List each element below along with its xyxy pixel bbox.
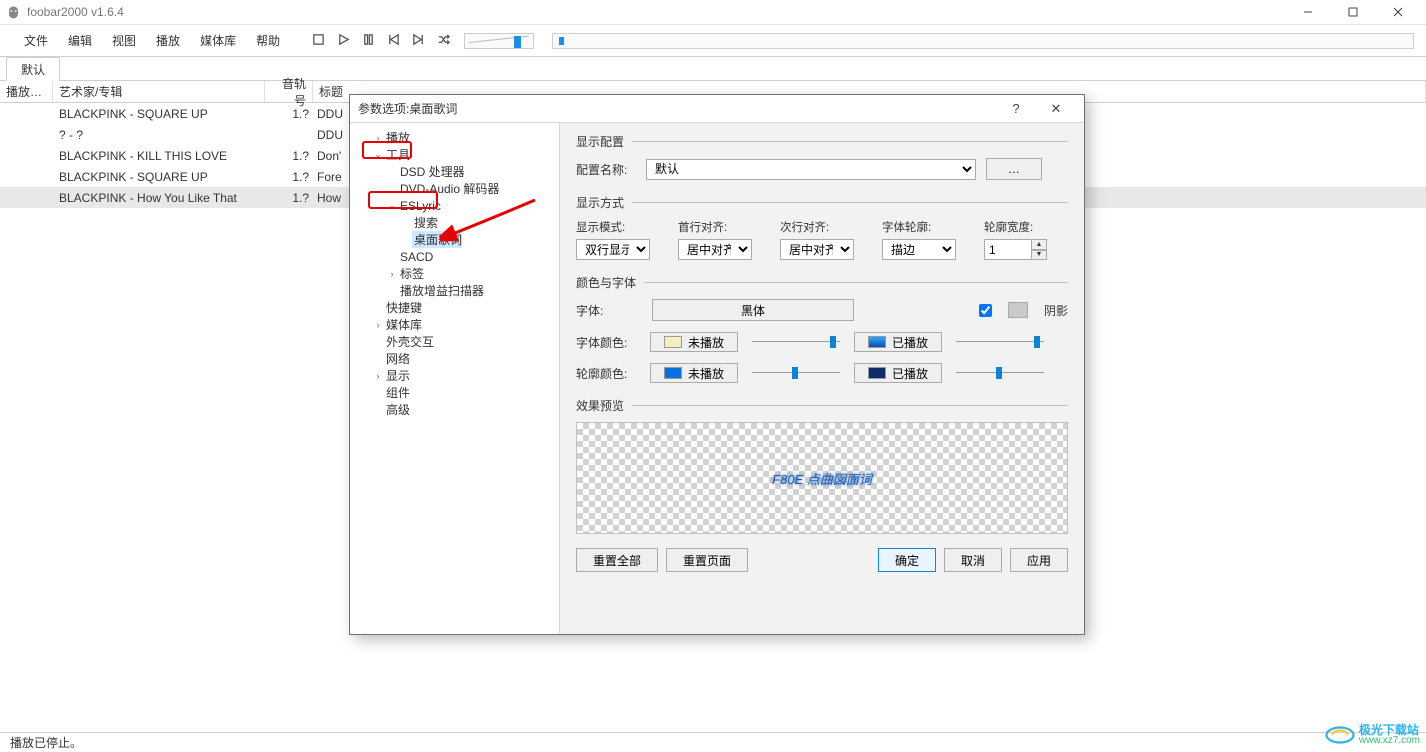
next-align-select[interactable]: 居中对齐 <box>780 239 854 260</box>
menu-file[interactable]: 文件 <box>14 28 58 53</box>
col-artist[interactable]: 艺术家/专辑 <box>53 81 265 102</box>
watermark-line2: www.xz7.com <box>1359 736 1420 746</box>
window-controls <box>1285 0 1420 24</box>
tree-dsd[interactable]: DSD 处理器 <box>350 163 559 180</box>
label-outline-color: 轮廓颜色: <box>576 365 636 382</box>
tree-shell[interactable]: 外壳交互 <box>350 333 559 350</box>
section-preview: 效果预览 <box>576 397 624 414</box>
tree-hotkeys[interactable]: 快捷键 <box>350 299 559 316</box>
preview-text: F80E 点曲図面词 <box>772 469 872 488</box>
apply-button[interactable]: 应用 <box>1010 548 1068 572</box>
tree-tag[interactable]: ›标签 <box>350 265 559 282</box>
preferences-panel: 显示配置 配置名称: 默认 … 显示方式 显示模式: 双行显示 首行对齐: 居中对齐… <box>560 123 1084 634</box>
status-text: 播放已停止。 <box>10 734 82 751</box>
shadow-checkbox[interactable] <box>979 304 992 317</box>
statusbar: 播放已停止。 <box>0 732 1426 752</box>
first-align-select[interactable]: 居中对齐 <box>678 239 752 260</box>
close-button[interactable] <box>1375 0 1420 24</box>
tree-desktop-lyrics[interactable]: 桌面歌词 <box>350 231 559 248</box>
watermark: 极光下载站www.xz7.com <box>1325 724 1420 746</box>
preferences-tree: ›播放 ⌄工具 DSD 处理器 DVD-Audio 解码器 ⌄ESLyric 搜… <box>350 123 560 634</box>
tree-dvd[interactable]: DVD-Audio 解码器 <box>350 180 559 197</box>
tab-default[interactable]: 默认 <box>6 57 60 81</box>
preview-area: F80E 点曲図面词 <box>576 422 1068 534</box>
seek-bar[interactable] <box>552 33 1414 49</box>
tree-gain[interactable]: 播放增益扫描器 <box>350 282 559 299</box>
prev-icon[interactable] <box>387 33 400 49</box>
dialog-titlebar: 参数选项:桌面歌词 ? ✕ <box>350 95 1084 123</box>
section-display-mode: 显示方式 <box>576 194 624 211</box>
app-icon <box>6 5 21 20</box>
section-display-config: 显示配置 <box>576 133 624 150</box>
tree-media[interactable]: ›媒体库 <box>350 316 559 333</box>
label-first-align: 首行对齐: <box>678 219 752 235</box>
volume-slider[interactable] <box>464 33 534 49</box>
stop-icon[interactable] <box>312 33 325 49</box>
menu-view[interactable]: 视图 <box>102 28 146 53</box>
dialog-title: 参数选项:桌面歌词 <box>358 100 457 117</box>
pause-icon[interactable] <box>362 33 375 49</box>
label-display-mode: 显示模式: <box>576 219 650 235</box>
next-icon[interactable] <box>412 33 425 49</box>
display-mode-select[interactable]: 双行显示 <box>576 239 650 260</box>
fontcolor-played-slider[interactable] <box>956 334 1044 350</box>
tabs-row: 默认 <box>0 57 1426 81</box>
spin-down-icon[interactable]: ▼ <box>1032 250 1047 261</box>
font-button[interactable]: 黑体 <box>652 299 854 321</box>
random-icon[interactable] <box>437 33 450 49</box>
help-icon[interactable]: ? <box>996 101 1036 116</box>
outline-select[interactable]: 描边 <box>882 239 956 260</box>
play-icon[interactable] <box>337 33 350 49</box>
tree-tools[interactable]: ⌄工具 <box>350 146 559 163</box>
play-controls <box>312 33 450 49</box>
dialog-close-icon[interactable]: ✕ <box>1036 101 1076 117</box>
label-outline: 字体轮廓: <box>882 219 956 235</box>
tree-components[interactable]: 组件 <box>350 384 559 401</box>
preferences-dialog: 参数选项:桌面歌词 ? ✕ ›播放 ⌄工具 DSD 处理器 DVD-Audio … <box>349 94 1085 635</box>
tree-display[interactable]: ›显示 <box>350 367 559 384</box>
tree-playback[interactable]: ›播放 <box>350 129 559 146</box>
label-next-align: 次行对齐: <box>780 219 854 235</box>
label-outline-width: 轮廓宽度: <box>984 219 1047 235</box>
config-more-button[interactable]: … <box>986 158 1042 180</box>
fontcolor-played-button[interactable]: 已播放 <box>854 332 942 352</box>
outcolor-unplayed-slider[interactable] <box>752 365 840 381</box>
spin-up-icon[interactable]: ▲ <box>1032 239 1047 250</box>
config-name-select[interactable]: 默认 <box>646 159 976 180</box>
menu-help[interactable]: 帮助 <box>246 28 290 53</box>
label-font: 字体: <box>576 302 636 319</box>
maximize-button[interactable] <box>1330 0 1375 24</box>
outcolor-played-slider[interactable] <box>956 365 1044 381</box>
minimize-button[interactable] <box>1285 0 1330 24</box>
shadow-swatch[interactable] <box>1008 302 1028 318</box>
label-config-name: 配置名称: <box>576 161 636 178</box>
tree-advanced[interactable]: 高级 <box>350 401 559 418</box>
tree-eslyric[interactable]: ⌄ESLyric <box>350 197 559 214</box>
tree-search[interactable]: 搜索 <box>350 214 559 231</box>
label-shadow: 阴影 <box>1044 302 1068 319</box>
outline-width-input[interactable] <box>984 239 1032 260</box>
menu-play[interactable]: 播放 <box>146 28 190 53</box>
menu-edit[interactable]: 编辑 <box>58 28 102 53</box>
menu-row: 文件 编辑 视图 播放 媒体库 帮助 <box>0 25 1426 57</box>
label-font-color: 字体颜色: <box>576 334 636 351</box>
menubar: 文件 编辑 视图 播放 媒体库 帮助 <box>0 28 290 53</box>
tree-sacd[interactable]: SACD <box>350 248 559 265</box>
tree-network[interactable]: 网络 <box>350 350 559 367</box>
section-color-font: 颜色与字体 <box>576 274 636 291</box>
fontcolor-unplayed-button[interactable]: 未播放 <box>650 332 738 352</box>
fontcolor-unplayed-slider[interactable] <box>752 334 840 350</box>
outcolor-played-button[interactable]: 已播放 <box>854 363 942 383</box>
titlebar: foobar2000 v1.6.4 <box>0 0 1426 25</box>
col-track[interactable]: 音轨号 <box>265 81 313 102</box>
ok-button[interactable]: 确定 <box>878 548 936 572</box>
reset-all-button[interactable]: 重置全部 <box>576 548 658 572</box>
window-title: foobar2000 v1.6.4 <box>27 5 1285 19</box>
cancel-button[interactable]: 取消 <box>944 548 1002 572</box>
menu-library[interactable]: 媒体库 <box>190 28 246 53</box>
reset-page-button[interactable]: 重置页面 <box>666 548 748 572</box>
outcolor-unplayed-button[interactable]: 未播放 <box>650 363 738 383</box>
col-play[interactable]: 播放… <box>0 81 53 102</box>
